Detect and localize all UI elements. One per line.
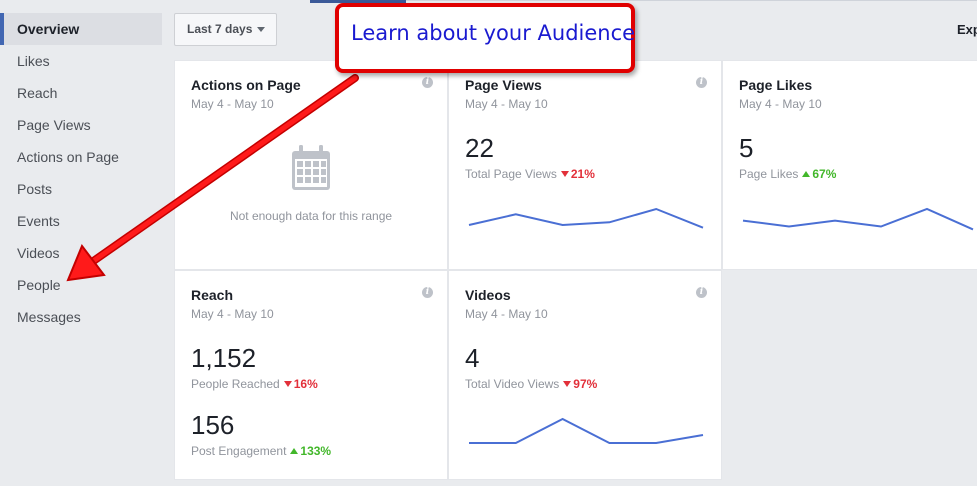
sidebar-item-likes[interactable]: Likes: [0, 45, 162, 77]
sparkline-chart: [469, 417, 704, 444]
metric-value: 5: [739, 133, 754, 163]
metric-value: 1,152: [191, 343, 257, 373]
sparkline-series: [469, 417, 704, 444]
card-title: Page Likes: [739, 77, 813, 93]
secondary-metric-value: 156: [191, 410, 235, 440]
callout-text: Learn about your Audience: [351, 21, 636, 45]
sidebar-item-page-views[interactable]: Page Views: [0, 109, 162, 141]
date-range-label: Last 7 days: [187, 22, 253, 36]
metric-subtitle: People Reached 16%: [191, 377, 318, 391]
calendar-icon: [292, 145, 330, 190]
trend-up-icon: [802, 171, 811, 178]
sidebar-item-reach[interactable]: Reach: [0, 77, 162, 109]
metric-value: 22: [465, 133, 494, 163]
sidebar-item-people[interactable]: People: [0, 269, 162, 301]
card-title: Reach: [191, 287, 234, 303]
reach-card[interactable]: Reach May 4 - May 10 i 1,152 People Reac…: [174, 270, 448, 480]
metric-value: 4: [465, 343, 480, 373]
sidebar-nav: Overview Likes Reach Page Views Actions …: [0, 13, 162, 333]
sparkline-series: [468, 207, 704, 229]
annotation-callout: Learn about your Audience: [335, 3, 635, 73]
metric-label: Total Page Views: [465, 167, 557, 181]
trend-down-icon: [563, 381, 572, 388]
page-views-card[interactable]: Page Views May 4 - May 10 i 22 Total Pag…: [448, 60, 722, 270]
actions-on-page-card: Actions on Page May 4 - May 10 i Not eno…: [174, 60, 448, 270]
sidebar-item-posts[interactable]: Posts: [0, 173, 162, 205]
sparkline-chart: [468, 207, 704, 229]
sidebar-item-events[interactable]: Events: [0, 205, 162, 237]
trend-down-icon: [283, 381, 292, 388]
card-title: Videos: [465, 287, 511, 303]
metric-label: Page Likes: [739, 167, 799, 181]
metric-subtitle: Total Video Views 97%: [465, 377, 597, 391]
metric-subtitle: Total Page Views 21%: [465, 167, 595, 181]
trend-percent: 21%: [570, 167, 595, 181]
secondary-metric-subtitle: Post Engagement 133%: [191, 444, 331, 458]
card-title: Page Views: [465, 77, 542, 93]
sidebar-item-actions-on-page[interactable]: Actions on Page: [0, 141, 162, 173]
card-date-range: May 4 - May 10: [191, 307, 274, 321]
videos-card[interactable]: Videos May 4 - May 10 i 4 Total Video Vi…: [448, 270, 722, 480]
metric-label: Total Video Views: [465, 377, 560, 391]
info-icon[interactable]: i: [696, 77, 707, 88]
sparkline-chart: [742, 207, 974, 231]
chevron-down-icon: [257, 27, 266, 33]
trend-down-icon: [560, 171, 569, 178]
sparkline-series: [742, 207, 974, 231]
card-title: Actions on Page: [191, 77, 301, 93]
metric-label: Post Engagement: [191, 444, 287, 458]
export-data-link[interactable]: Exp: [957, 22, 977, 37]
metric-label: People Reached: [191, 377, 280, 391]
card-date-range: May 4 - May 10: [465, 97, 548, 111]
page-likes-card[interactable]: Page Likes May 4 - May 10 5 Page Likes 67…: [722, 60, 977, 270]
trend-percent: 16%: [293, 377, 318, 391]
card-date-range: May 4 - May 10: [191, 97, 274, 111]
info-icon[interactable]: i: [422, 77, 433, 88]
card-date-range: May 4 - May 10: [739, 97, 822, 111]
sidebar-item-videos[interactable]: Videos: [0, 237, 162, 269]
no-data-message: Not enough data for this range: [229, 209, 393, 223]
date-range-dropdown[interactable]: Last 7 days: [174, 13, 277, 46]
top-divider: [406, 0, 977, 1]
trend-percent: 97%: [573, 377, 598, 391]
metric-subtitle: Page Likes 67%: [739, 167, 836, 181]
info-icon[interactable]: i: [422, 287, 433, 298]
card-date-range: May 4 - May 10: [465, 307, 548, 321]
trend-up-icon: [290, 448, 299, 455]
trend-percent: 67%: [812, 167, 837, 181]
info-icon[interactable]: i: [696, 287, 707, 298]
trend-percent: 133%: [300, 444, 332, 458]
sidebar-item-messages[interactable]: Messages: [0, 301, 162, 333]
sidebar-item-overview[interactable]: Overview: [0, 13, 162, 45]
